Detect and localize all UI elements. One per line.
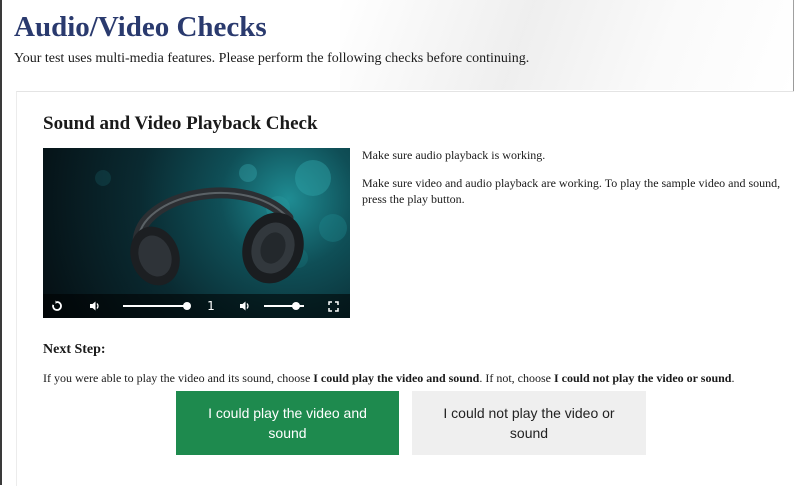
instructions-no-ref: I could not play the video or sound [553, 371, 732, 385]
audio-check-text: Make sure audio playback is working. [362, 148, 546, 162]
header-background-graphic [340, 0, 795, 90]
instructions-yes-ref: I could play the video and sound [313, 371, 480, 385]
video-check-text: Make sure video and audio playback are w… [362, 176, 781, 206]
volume-slider-track [123, 305, 187, 307]
volume-icon[interactable] [87, 294, 103, 318]
volume-slider-thumb[interactable] [183, 302, 191, 310]
speed-slider-thumb[interactable] [292, 302, 300, 310]
next-step-instructions: If you were able to play the video and i… [43, 370, 788, 386]
video-frame-image [95, 160, 347, 286]
window-border-left [0, 0, 2, 485]
could-play-button[interactable]: I could play the video and sound [176, 391, 399, 455]
instructions-text-middle: . If not, choose [479, 371, 554, 385]
video-player[interactable]: 1 [43, 148, 350, 318]
page-title: Audio/Video Checks [14, 11, 267, 43]
section-title: Sound and Video Playback Check [43, 113, 318, 134]
speed-value: 1 [207, 299, 215, 313]
next-step-title: Next Step: [43, 342, 106, 357]
instructions-text-before: If you were able to play the video and i… [43, 371, 314, 385]
player-controls: 1 [43, 294, 350, 318]
replay-icon[interactable] [49, 294, 65, 318]
could-not-play-button[interactable]: I could not play the video or sound [412, 391, 646, 455]
page-subtitle: Your test uses multi-media features. Ple… [14, 51, 530, 66]
speed-volume-icon[interactable] [237, 294, 253, 318]
fullscreen-icon[interactable] [325, 294, 341, 318]
instructions-text-after: . [731, 371, 735, 385]
